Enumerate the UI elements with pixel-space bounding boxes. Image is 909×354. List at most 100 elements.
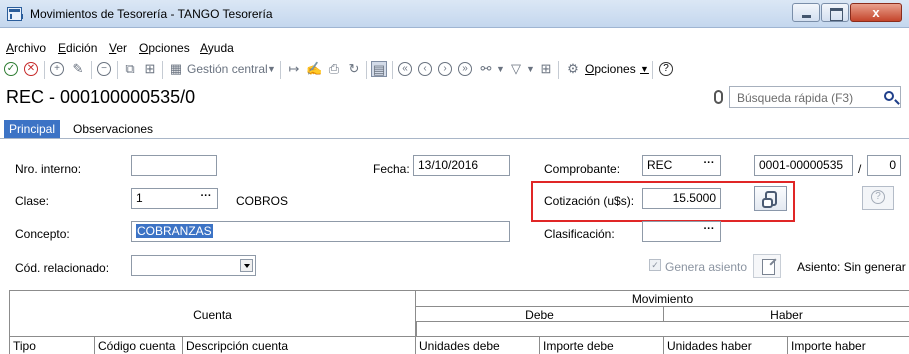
last-record-icon[interactable]: » [458,62,472,76]
previous-record-icon[interactable]: ‹ [418,62,432,76]
clase-label: Clase: [15,194,50,208]
edit-icon[interactable]: ✎ [70,61,86,77]
concepto-input[interactable]: COBRANZAS [131,221,510,242]
toolbar-separator [280,61,281,79]
help-icon: ? [871,190,885,204]
grid-icon[interactable]: ⊞ [538,61,554,77]
structure-icon[interactable]: ⊞ [142,61,158,77]
tab-observaciones[interactable]: Observaciones [68,120,158,138]
toolbar-separator [392,61,393,79]
toolbar-separator [366,61,367,79]
nro-interno-label: Nro. interno: [15,162,82,176]
comprobante-lookup-button[interactable]: ··· [699,157,719,174]
clase-lookup-button[interactable]: ··· [196,190,216,207]
column-header-tipo[interactable]: Tipo [10,337,95,354]
column-header-codigo-cuenta[interactable]: Código cuenta [95,337,183,354]
fecha-input[interactable]: 13/10/2016 [413,155,510,176]
title-bar: Movimientos de Tesorería - TANGO Tesorer… [0,0,909,28]
maximize-button[interactable] [821,3,849,22]
comprobante-numero-input[interactable]: 0001-00000535 [754,155,853,176]
menu-ayuda[interactable]: Ayuda [200,41,234,55]
gear-icon[interactable]: ⚙ [565,61,581,77]
tab-principal[interactable]: Principal [4,120,61,138]
chevron-down-icon[interactable]: ▼ [496,64,505,74]
grid-header-gap [416,322,909,337]
minimize-button[interactable] [792,3,820,22]
export-icon[interactable]: ↦ [286,61,302,77]
comprobante-sufijo-input[interactable]: 0 [867,155,901,176]
help-button[interactable]: ? [862,186,894,210]
clasificacion-input[interactable]: ··· [642,221,721,242]
comprobante-input[interactable]: REC ··· [642,155,721,176]
asiento-edit-icon[interactable] [753,254,781,278]
grid-header-debe: Debe [416,307,664,322]
cancel-icon[interactable]: ✕ [24,62,38,76]
toolbar: ✓ ✕ + ✎ − ⧉ ⊞ ▦ Gestión central ▼ ↦ ✍ ⎙ … [0,59,909,81]
sign-icon[interactable]: ✍ [306,61,322,77]
cod-relacionado-select[interactable] [131,255,256,276]
toolbar-separator [44,61,45,79]
paperclip-icon[interactable] [714,90,723,104]
clase-input[interactable]: 1 ··· [131,188,218,209]
clasificacion-lookup-button[interactable]: ··· [699,223,719,240]
movements-grid: Cuenta Movimiento Debe Haber Tipo Código… [9,290,909,354]
menu-opciones[interactable]: Opciones [139,41,190,55]
quick-search-input[interactable]: Búsqueda rápida (F3) [729,86,901,108]
accept-icon[interactable]: ✓ [4,62,18,76]
grid-header-movimiento: Movimiento [416,291,909,307]
menu-bar: Archivo Edición Ver Opciones Ayuda [0,41,909,57]
next-record-icon[interactable]: › [438,62,452,76]
add-icon[interactable]: + [50,62,64,76]
chevron-down-icon[interactable]: ▼ [640,64,649,74]
cotizacion-input[interactable]: 15.5000 [642,188,721,209]
tango-app-icon [7,7,23,21]
toolbar-separator [558,61,559,79]
chevron-down-icon[interactable] [240,259,253,272]
print-icon[interactable]: ⎙ [326,61,342,77]
column-header-unidades-haber[interactable]: Unidades haber [664,337,788,354]
chevron-down-icon[interactable]: ▼ [526,64,535,74]
genera-asiento-label: Genera asiento [665,260,748,274]
gestion-central-button[interactable]: Gestión central [187,62,268,76]
copy-icon[interactable]: ⧉ [122,61,138,77]
comprobante-separator: / [858,162,862,176]
concepto-label: Concepto: [15,227,70,241]
toolbar-separator [162,61,163,79]
toolbar-separator [91,61,92,79]
cotizacion-button[interactable] [754,186,787,211]
clasificacion-label: Clasificación: [544,227,615,241]
toolbar-separator [652,61,653,79]
menu-edicion[interactable]: Edición [58,41,97,55]
column-header-unidades-debe[interactable]: Unidades debe [416,337,540,354]
nro-interno-input[interactable] [131,155,217,176]
gestion-central-icon[interactable]: ▦ [168,61,184,77]
window-title: Movimientos de Tesorería - TANGO Tesorer… [30,7,273,21]
first-record-icon[interactable]: « [398,62,412,76]
column-header-importe-debe[interactable]: Importe debe [540,337,664,354]
quick-search-placeholder: Búsqueda rápida (F3) [737,91,854,105]
close-button[interactable]: x [850,3,902,22]
filter-icon[interactable]: ▽ [508,61,524,77]
cotizacion-label: Cotización (u$s): [544,194,635,208]
binoculars-icon[interactable]: ⚯ [478,61,494,77]
help-icon[interactable]: ? [659,62,673,76]
chevron-down-icon[interactable]: ▼ [267,64,276,74]
concepto-value: COBRANZAS [136,224,213,238]
menu-ver[interactable]: Ver [109,41,127,55]
fecha-label: Fecha: [373,162,410,176]
clase-description: COBROS [236,194,289,208]
opciones-button[interactable]: Opciones [585,62,636,76]
column-header-importe-haber[interactable]: Importe haber [788,337,909,354]
search-icon[interactable] [884,91,894,101]
record-title: REC - 000100000535/0 [6,87,196,107]
calculator-icon[interactable]: ▤ [371,61,387,77]
delete-icon[interactable]: − [97,62,111,76]
asiento-status: Asiento: Sin generar [797,260,906,274]
comprobante-value: REC [647,158,673,172]
column-header-descripcion-cuenta[interactable]: Descripción cuenta [183,337,416,354]
grid-header-cuenta: Cuenta [10,291,416,337]
genera-asiento-checkbox[interactable]: ✓ [649,259,661,271]
tab-bar: Principal Observaciones [0,119,909,139]
refresh-icon[interactable]: ↻ [346,61,362,77]
menu-archivo[interactable]: Archivo [6,41,46,55]
